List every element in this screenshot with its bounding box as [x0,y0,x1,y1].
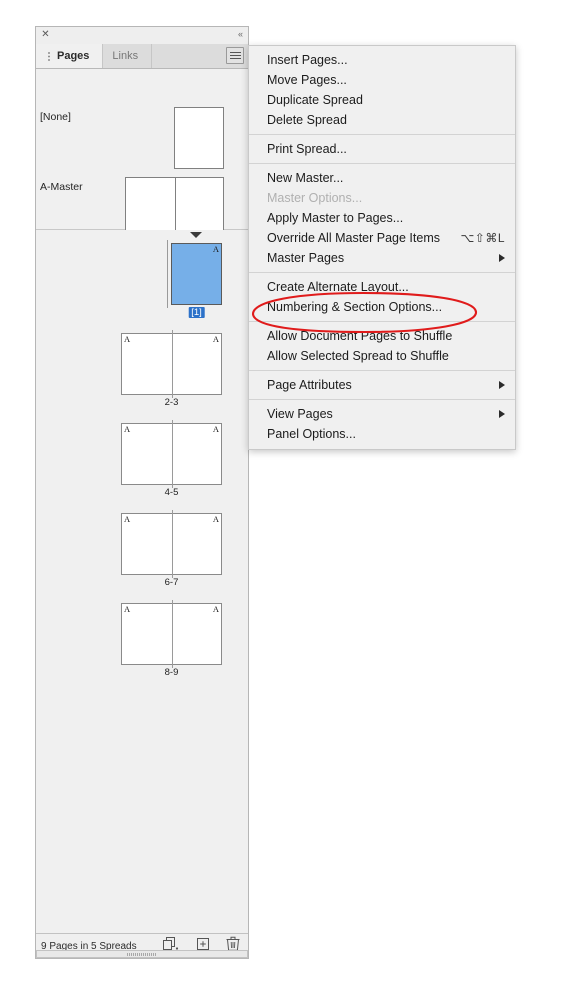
menu-item-label: Apply Master to Pages... [267,211,403,225]
panel-titlebar: ✕ « [36,27,248,44]
collapse-panel-icon[interactable]: « [238,29,242,40]
tab-pages-label: Pages [57,50,89,62]
page-thumbnail-6-7[interactable]: A A [121,513,222,575]
tab-pages[interactable]: ⋮ Pages [36,44,103,68]
panel-resize-grip[interactable] [36,950,248,958]
hamburger-menu-icon[interactable] [226,47,244,64]
master-thumbnail-none[interactable] [174,107,224,169]
submenu-arrow-icon [499,381,505,389]
page-thumbnail-1[interactable]: A [171,243,222,305]
menu-item-allow-document-pages-to-shuffle[interactable]: Allow Document Pages to Shuffle [249,326,515,346]
master-letter-a-left: A [124,424,130,434]
menu-item-label: View Pages [267,407,333,421]
master-letter-a-left: A [124,604,130,614]
menu-separator [249,272,515,273]
menu-item-create-alternate-layout[interactable]: Create Alternate Layout... [249,277,515,297]
menu-item-master-options: Master Options... [249,188,515,208]
submenu-arrow-icon [499,410,505,418]
document-pages-area: A [1] A A 2-3 A A 4-5 A [36,230,248,933]
master-letter-a: A [213,244,219,254]
submenu-arrow-icon [499,254,505,262]
masters-section: [None] A-Master [36,69,248,230]
tab-links-label: Links [112,50,138,62]
menu-item-label: Print Spread... [267,142,347,156]
spread-gutter [172,330,173,398]
master-row-label-a-master: A-Master [40,181,83,193]
menu-item-label: Override All Master Page Items [267,231,440,245]
menu-item-insert-pages[interactable]: Insert Pages... [249,50,515,70]
menu-item-delete-spread[interactable]: Delete Spread [249,110,515,130]
menu-item-numbering-and-section-options[interactable]: Numbering & Section Options... [249,297,515,317]
menu-item-label: Panel Options... [267,427,356,441]
spread-8-9[interactable]: A A 8-9 [121,603,222,665]
page-thumbnail-2-3[interactable]: A A [121,333,222,395]
menu-separator [249,399,515,400]
master-letter-a-right: A [213,334,219,344]
menu-separator [249,321,515,322]
menu-item-print-spread[interactable]: Print Spread... [249,139,515,159]
menu-item-label: Create Alternate Layout... [267,280,409,294]
spread-label-2-3: 2-3 [121,397,222,408]
menu-item-label: Page Attributes [267,378,352,392]
menu-item-label: Allow Selected Spread to Shuffle [267,349,449,363]
spread-gutter [172,420,173,488]
menu-separator [249,163,515,164]
menu-item-master-pages[interactable]: Master Pages [249,248,515,268]
master-gutter [175,178,176,238]
menu-item-panel-options[interactable]: Panel Options... [249,424,515,444]
menu-item-label: Move Pages... [267,73,347,87]
menu-item-new-master[interactable]: New Master... [249,168,515,188]
menu-item-label: Numbering & Section Options... [267,300,442,314]
menu-item-label: Master Options... [267,191,362,205]
menu-item-label: Master Pages [267,251,344,265]
menu-item-label: Insert Pages... [267,53,348,67]
master-letter-a-right: A [213,604,219,614]
tab-caret-icon: ⋮ [45,50,53,61]
menu-separator [249,370,515,371]
spread-2-3[interactable]: A A 2-3 [121,333,222,395]
menu-separator [249,134,515,135]
spread-label-8-9: 8-9 [121,667,222,678]
spread-label-1: [1] [188,307,205,318]
menu-item-apply-master-to-pages[interactable]: Apply Master to Pages... [249,208,515,228]
close-icon[interactable]: ✕ [41,30,50,39]
master-letter-a-right: A [213,514,219,524]
spread-label-6-7: 6-7 [121,577,222,588]
menu-item-move-pages[interactable]: Move Pages... [249,70,515,90]
spread-6-7[interactable]: A A 6-7 [121,513,222,575]
page-thumbnail-8-9[interactable]: A A [121,603,222,665]
menu-item-page-attributes[interactable]: Page Attributes [249,375,515,395]
master-letter-a-left: A [124,334,130,344]
menu-item-label: Allow Document Pages to Shuffle [267,329,452,343]
spread-spine [167,240,168,308]
menu-item-label: New Master... [267,171,343,185]
menu-item-label: Duplicate Spread [267,93,363,107]
menu-item-duplicate-spread[interactable]: Duplicate Spread [249,90,515,110]
spread-1[interactable]: A [1] [171,243,222,305]
master-row-label-none: [None] [40,111,71,123]
master-letter-a-left: A [124,514,130,524]
menu-item-allow-selected-spread-to-shuffle[interactable]: Allow Selected Spread to Shuffle [249,346,515,366]
pages-panel: ✕ « ⋮ Pages Links [None] A-Master A [35,26,249,959]
tab-links[interactable]: Links [103,44,152,68]
section-start-marker-icon [190,232,202,238]
spread-gutter [172,510,173,578]
page-thumbnail-4-5[interactable]: A A [121,423,222,485]
menu-item-view-pages[interactable]: View Pages [249,404,515,424]
pages-panel-context-menu: Insert Pages... Move Pages... Duplicate … [248,45,516,450]
menu-item-override-all-master-page-items[interactable]: Override All Master Page Items ⌥⇧⌘L [249,228,515,248]
spread-gutter [172,600,173,668]
panel-tabbar: ⋮ Pages Links [36,44,248,69]
menu-item-shortcut: ⌥⇧⌘L [460,231,505,245]
spread-4-5[interactable]: A A 4-5 [121,423,222,485]
spread-label-4-5: 4-5 [121,487,222,498]
menu-item-label: Delete Spread [267,113,347,127]
master-letter-a-right: A [213,424,219,434]
